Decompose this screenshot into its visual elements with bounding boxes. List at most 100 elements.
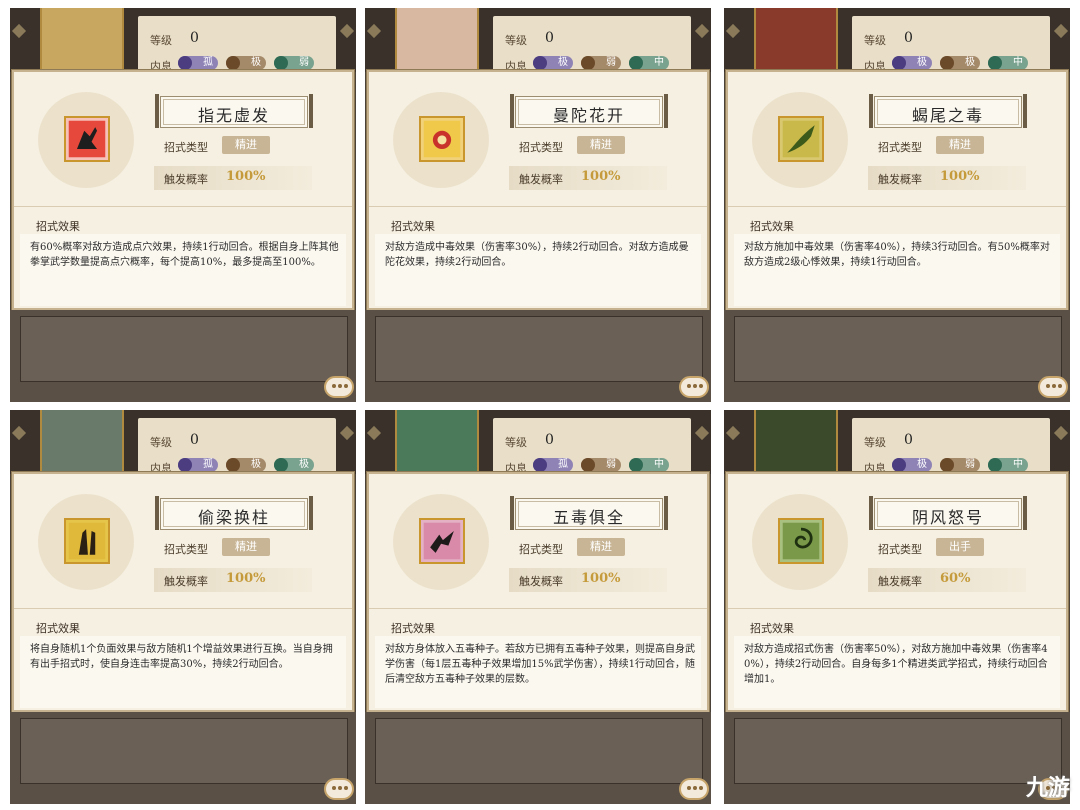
skill-name: 偷梁换柱 (197, 508, 270, 527)
chat-icon[interactable] (679, 778, 709, 800)
effect-title: 招式效果 (36, 622, 80, 635)
character-info: 等级 0 内息 孤 极 极 (138, 418, 336, 476)
effect-box: 对敌方造成中毒效果（伤害率30%），持续2行动回合。对敌方造成曼陀花效果，持续2… (375, 234, 701, 306)
skill-panel: 等级 0 内息 极 弱 中 曼陀花开 招式类型 精进 触发概率 100% 招式效… (365, 8, 711, 402)
level-label: 等级 (150, 34, 172, 47)
skill-panel: 等级 0 内息 极 极 中 蝎尾之毒 招式类型 精进 触发概率 100% 招式效… (724, 8, 1070, 402)
neixi-chip: 极 (226, 56, 266, 70)
skill-type-label: 招式类型 (164, 543, 208, 556)
skill-type-value: 精进 (577, 538, 625, 556)
level-value: 0 (904, 30, 913, 46)
character-portrait (395, 8, 479, 72)
skill-name-box: 阴风怒号 (869, 496, 1027, 530)
neixi-chip: 孤 (533, 458, 573, 472)
chat-icon[interactable] (1038, 376, 1068, 398)
character-portrait (395, 410, 479, 474)
next-arrow-icon[interactable] (339, 425, 355, 441)
effect-box: 对敌方身体放入五毒种子。若敌方已拥有五毒种子效果，则提高自身武学伤害（每1层五毒… (375, 636, 701, 708)
next-arrow-icon[interactable] (694, 425, 710, 441)
neixi-chip: 中 (629, 458, 669, 472)
neixi-chip: 极 (940, 56, 980, 70)
trigger-rate-row: 触发概率 100% (509, 568, 667, 592)
character-header: 等级 0 内息 极 弱 中 (724, 410, 1070, 476)
neixi-chip: 极 (533, 56, 573, 70)
prev-arrow-icon[interactable] (366, 425, 382, 441)
skill-card: 偷梁换柱 招式类型 精进 触发概率 100% 招式效果 将自身随机1个负面效果与… (12, 472, 354, 712)
next-arrow-icon[interactable] (1053, 23, 1069, 39)
skill-card: 阴风怒号 招式类型 出手 触发概率 60% 招式效果 对敌方造成招式伤害（伤害率… (726, 472, 1068, 712)
skill-name-box: 偷梁换柱 (155, 496, 313, 530)
prev-arrow-icon[interactable] (725, 23, 741, 39)
neixi-chip: 弱 (940, 458, 980, 472)
skill-panel: 等级 0 内息 孤 弱 中 五毒俱全 招式类型 精进 触发概率 100% 招式效… (365, 410, 711, 804)
effect-text: 对敌方造成招式伤害（伤害率50%），对敌方施加中毒效果（伤害率40%），持续2行… (744, 644, 1048, 685)
character-header: 等级 0 内息 极 弱 中 (365, 8, 711, 74)
next-arrow-icon[interactable] (339, 23, 355, 39)
bottom-area (365, 310, 711, 402)
effect-text: 将自身随机1个负面效果与敌方随机1个增益效果进行互换。当自身拥有出手招式时，使自… (30, 644, 333, 670)
neixi-chip: 弱 (581, 56, 621, 70)
trigger-rate-value: 100% (940, 169, 980, 184)
skill-type-label: 招式类型 (878, 141, 922, 154)
trigger-rate-value: 100% (581, 169, 621, 184)
watermark-logo: 九游 (1025, 776, 1070, 801)
skill-card: 曼陀花开 招式类型 精进 触发概率 100% 招式效果 对敌方造成中毒效果（伤害… (367, 70, 709, 310)
character-info: 等级 0 内息 孤 弱 中 (493, 418, 691, 476)
trigger-rate-label: 触发概率 (519, 173, 563, 186)
trigger-rate-row: 触发概率 100% (154, 166, 312, 190)
divider (369, 206, 707, 207)
skill-icon (778, 116, 824, 162)
chat-icon[interactable] (324, 376, 354, 398)
trigger-rate-label: 触发概率 (878, 575, 922, 588)
trigger-rate-label: 触发概率 (519, 575, 563, 588)
chat-icon[interactable] (679, 376, 709, 398)
prev-arrow-icon[interactable] (366, 23, 382, 39)
level-label: 等级 (864, 34, 886, 47)
skill-type-value: 精进 (222, 538, 270, 556)
skill-type-label: 招式类型 (164, 141, 208, 154)
level-label: 等级 (505, 436, 527, 449)
character-info: 等级 0 内息 极 弱 中 (493, 16, 691, 74)
empty-slot (734, 316, 1062, 382)
skill-type-value: 精进 (577, 136, 625, 154)
skill-card: 蝎尾之毒 招式类型 精进 触发概率 100% 招式效果 对敌方施加中毒效果（伤害… (726, 70, 1068, 310)
character-info: 等级 0 内息 孤 极 弱 (138, 16, 336, 74)
neixi-chip: 极 (892, 458, 932, 472)
skill-name: 曼陀花开 (552, 106, 625, 125)
neixi-chip: 极 (892, 56, 932, 70)
effect-box: 对敌方造成招式伤害（伤害率50%），对敌方施加中毒效果（伤害率40%），持续2行… (734, 636, 1060, 708)
empty-slot (375, 718, 703, 784)
neixi-chip: 极 (226, 458, 266, 472)
skill-type-value: 出手 (936, 538, 984, 556)
effect-title: 招式效果 (36, 220, 80, 233)
trigger-rate-row: 触发概率 100% (868, 166, 1026, 190)
next-arrow-icon[interactable] (694, 23, 710, 39)
skill-name-box: 指无虚发 (155, 94, 313, 128)
neixi-chip: 弱 (274, 56, 314, 70)
level-value: 0 (190, 30, 199, 46)
prev-arrow-icon[interactable] (725, 425, 741, 441)
level-label: 等级 (505, 34, 527, 47)
effect-box: 对敌方施加中毒效果（伤害率40%），持续3行动回合。有50%概率对敌方造成2级心… (734, 234, 1060, 306)
chat-icon[interactable] (324, 778, 354, 800)
character-info: 等级 0 内息 极 弱 中 (852, 418, 1050, 476)
skill-name: 指无虚发 (197, 106, 270, 125)
skill-icon (64, 116, 110, 162)
character-header: 等级 0 内息 极 极 中 (724, 8, 1070, 74)
effect-box: 将自身随机1个负面效果与敌方随机1个增益效果进行互换。当自身拥有出手招式时，使自… (20, 636, 346, 708)
trigger-rate-label: 触发概率 (164, 173, 208, 186)
prev-arrow-icon[interactable] (11, 425, 27, 441)
prev-arrow-icon[interactable] (11, 23, 27, 39)
trigger-rate-value: 60% (940, 571, 971, 586)
next-arrow-icon[interactable] (1053, 425, 1069, 441)
character-info: 等级 0 内息 极 极 中 (852, 16, 1050, 74)
effect-title: 招式效果 (391, 622, 435, 635)
level-value: 0 (904, 432, 913, 448)
bottom-area (365, 712, 711, 804)
skill-name: 阴风怒号 (911, 508, 984, 527)
neixi-chip: 孤 (178, 458, 218, 472)
skill-icon (778, 518, 824, 564)
character-header: 等级 0 内息 孤 极 极 (10, 410, 356, 476)
character-portrait (40, 410, 124, 474)
bottom-area (10, 310, 356, 402)
